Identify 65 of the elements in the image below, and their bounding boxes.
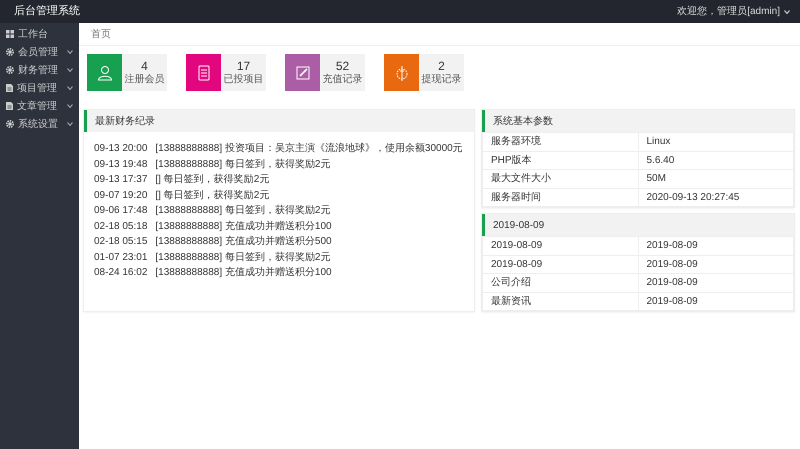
table-cell: 2019-08-09 — [482, 236, 638, 255]
table-cell: PHP版本 — [482, 151, 638, 170]
sidebar-item[interactable]: 系统设置 — [0, 115, 79, 133]
stat-label: 提现记录 — [422, 74, 462, 85]
record-time: 09-13 20:00 — [94, 142, 148, 156]
sidebar-item[interactable]: 会员管理 — [0, 43, 79, 61]
stat-value: 4 — [141, 60, 148, 74]
record-time: 09-13 17:37 — [94, 173, 148, 187]
table-cell: 2019-08-09 — [638, 255, 794, 274]
table-cell: 服务器环境 — [482, 132, 638, 151]
record-text: [13888888888] 每日签到，获得奖励2元 — [155, 250, 330, 264]
record-time: 08-24 16:02 — [94, 266, 148, 280]
table-cell: 2019-08-09 — [638, 274, 794, 292]
table-cell: Linux — [638, 132, 794, 151]
table-cell: 2019-08-09 — [482, 255, 638, 274]
stat-value: 52 — [336, 60, 350, 74]
table-cell: 5.6.40 — [638, 151, 794, 170]
record-time: 09-13 19:48 — [94, 158, 148, 172]
gear-icon — [6, 120, 14, 128]
record-text: [13888888888] 充值成功并赠送积分100 — [155, 266, 332, 280]
document-icon — [6, 84, 13, 92]
record-text: [13888888888] 投资项目：吴京主演《流浪地球》，使用余额30000元 — [155, 142, 463, 156]
gear-icon — [6, 66, 14, 74]
coin-icon — [394, 64, 410, 80]
sidebar-item[interactable]: 文章管理 — [0, 97, 79, 115]
stat-value: 17 — [236, 60, 250, 74]
record-time: 02-18 05:15 — [94, 235, 148, 249]
record-text: [13888888888] 每日签到，获得奖励2元 — [155, 204, 330, 218]
record-time: 09-07 19:20 — [94, 188, 148, 202]
stat-label: 已投项目 — [224, 74, 264, 85]
stat-label: 充值记录 — [322, 74, 362, 85]
caret-icon — [784, 10, 790, 14]
breadcrumb[interactable]: 首页 — [91, 26, 111, 42]
table-cell: 最新资讯 — [482, 292, 638, 310]
record-time: 02-18 05:18 — [94, 220, 148, 234]
sidebar-item[interactable]: 财务管理 — [0, 61, 79, 79]
sidebar-item[interactable]: 项目管理 — [0, 79, 79, 97]
panel-title: 最新财务纪录 — [95, 114, 155, 128]
record-text: [] 每日签到，获得奖励2元 — [155, 172, 270, 187]
user-menu[interactable]: 欢迎您，管理员[admin] — [677, 4, 800, 19]
stat-value: 2 — [438, 60, 445, 74]
app-title: 后台管理系统 — [13, 4, 80, 20]
table-cell: 2019-08-09 — [638, 292, 794, 310]
stat-label: 注册会员 — [124, 74, 164, 85]
edit-icon — [294, 64, 310, 80]
record-text: [13888888888] 充值成功并赠送积分500 — [155, 234, 332, 249]
record-time: 09-06 17:48 — [94, 204, 148, 218]
table-cell: 2019-08-09 — [638, 236, 794, 255]
table-cell: 公司介绍 — [482, 274, 638, 292]
record-text: [] 每日签到，获得奖励2元 — [155, 188, 270, 202]
panel-title: 系统基本参数 — [493, 114, 553, 128]
record-text: [13888888888] 充值成功并赠送积分100 — [155, 220, 332, 234]
record-text: [13888888888] 每日签到，获得奖励2元 — [155, 158, 330, 172]
clipboard-icon — [196, 64, 212, 80]
table-cell: 服务器时间 — [482, 188, 638, 206]
table-cell: 最大文件大小 — [482, 170, 638, 188]
table-cell: 2020-09-13 20:27:45 — [638, 188, 794, 206]
panel-title: 2019-08-09 — [493, 218, 544, 232]
grid-icon — [6, 30, 14, 38]
document-icon — [6, 102, 13, 110]
gear-icon — [6, 48, 14, 56]
table-cell: 50M — [638, 170, 794, 188]
record-time: 01-07 23:01 — [94, 250, 148, 264]
user-icon — [96, 64, 112, 80]
sidebar-item[interactable]: 工作台 — [0, 25, 79, 43]
